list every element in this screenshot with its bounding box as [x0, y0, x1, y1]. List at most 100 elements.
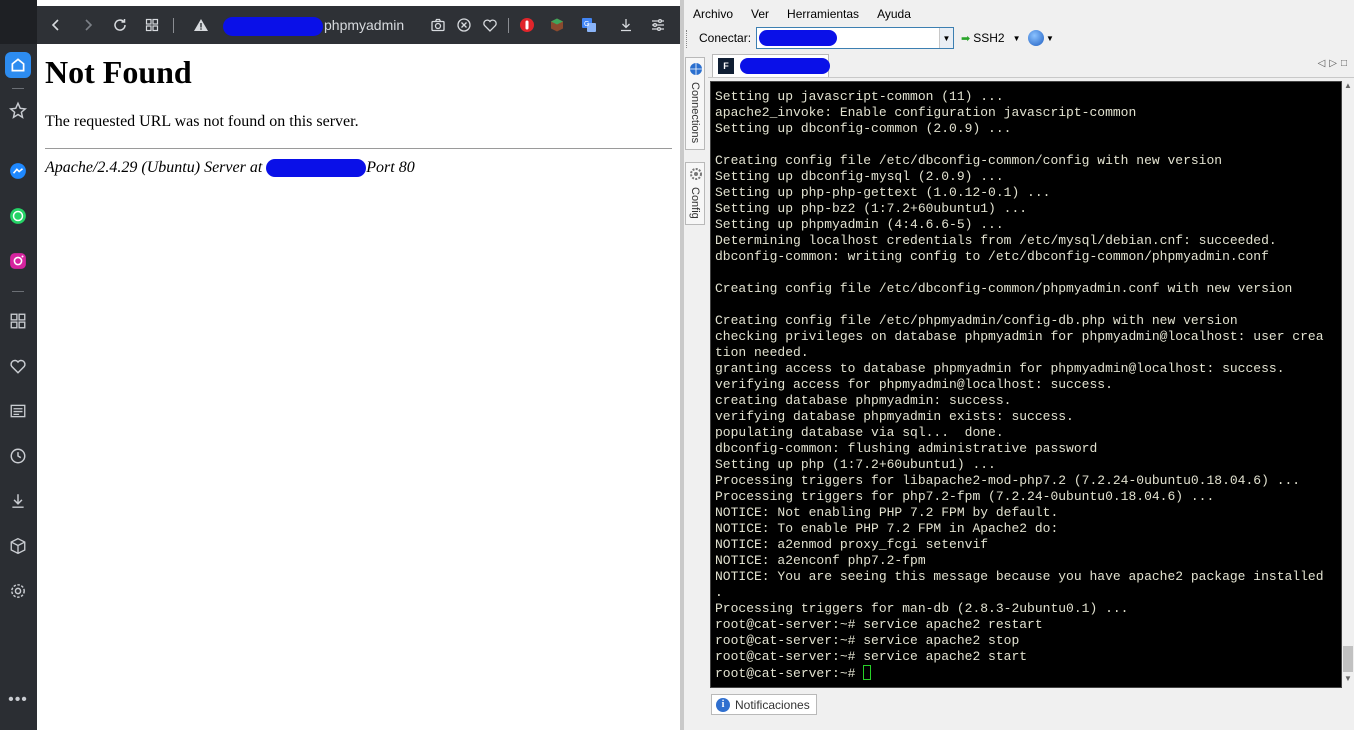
protocol-label: SSH2	[973, 31, 1005, 45]
tab-connections[interactable]: Connections	[685, 57, 705, 150]
globe-icon	[690, 63, 702, 75]
notifications-label: Notificaciones	[735, 697, 810, 712]
redacted-host	[266, 159, 367, 178]
menu-herramientas[interactable]: Herramientas	[778, 5, 868, 25]
settings-icon[interactable]	[5, 578, 31, 604]
securecrt-window: Archivo Ver Herramientas Ayuda Conectar:…	[684, 0, 1354, 730]
terminal-line: tion needed.	[715, 345, 809, 360]
speed-dial-icon[interactable]	[142, 15, 162, 35]
whatsapp-icon[interactable]	[5, 203, 31, 229]
extensions-icon[interactable]	[5, 533, 31, 559]
browser-sidebar: •••	[0, 0, 37, 730]
connect-label: Conectar:	[699, 31, 752, 45]
chevron-down-icon: ▼	[1046, 33, 1054, 43]
camera-icon[interactable]	[428, 15, 448, 35]
tab-config[interactable]: Config	[685, 162, 705, 225]
messenger-icon[interactable]	[5, 158, 31, 184]
terminal[interactable]: Setting up javascript-common (11) ... apa…	[710, 81, 1342, 688]
extension-cube-icon[interactable]	[547, 15, 567, 35]
sidebar-separator	[12, 88, 24, 89]
terminal-scrollbar[interactable]: ▲ ▼	[1342, 81, 1354, 688]
news-icon[interactable]	[5, 398, 31, 424]
address-bar-text[interactable]: phpmyadmin	[324, 17, 404, 33]
terminal-line: verifying database phpmyadmin exists: su…	[715, 409, 1074, 424]
terminal-line: Setting up dbconfig-common (2.0.9) ...	[715, 121, 1012, 136]
translate-icon[interactable]: G	[579, 15, 599, 35]
instagram-icon[interactable]	[5, 248, 31, 274]
page-title: Not Found	[45, 54, 192, 90]
session-tab[interactable]: F	[712, 54, 830, 77]
terminal-line: Creating config file /etc/dbconfig-commo…	[715, 153, 1223, 168]
terminal-line: root@cat-server:~# service apache2 stop	[715, 633, 1020, 648]
terminal-line: populating database via sql... done.	[715, 425, 1004, 440]
warning-icon[interactable]	[191, 15, 211, 35]
terminal-line: .	[715, 585, 723, 600]
terminal-output: Setting up javascript-common (11) ... apa…	[715, 89, 1324, 681]
browser-window: phpmyadmin G Not Found The requested URL…	[37, 0, 680, 730]
tracker-block-icon[interactable]	[454, 15, 474, 35]
side-panel-tabs: Connections Config	[684, 55, 706, 695]
sidebar-separator	[12, 291, 24, 292]
chevron-up-icon[interactable]: ▲	[1343, 81, 1353, 93]
connect-combobox[interactable]: ▼	[756, 27, 954, 49]
session-tab-bar: F ◁▷□	[708, 52, 1354, 78]
menu-ver[interactable]: Ver	[742, 5, 778, 25]
download-icon[interactable]	[616, 15, 636, 35]
history-icon[interactable]	[5, 443, 31, 469]
favorites-icon[interactable]	[5, 353, 31, 379]
redacted-host	[759, 30, 837, 46]
apps-icon[interactable]	[5, 308, 31, 334]
browser-toolbar: phpmyadmin G	[37, 6, 680, 44]
info-icon: i	[716, 697, 730, 712]
bookmarks-icon[interactable]	[5, 97, 31, 123]
terminal-line: NOTICE: Not enabling PHP 7.2 FPM by defa…	[715, 505, 1059, 520]
back-icon[interactable]	[46, 15, 66, 35]
notifications-tab[interactable]: i Notificaciones	[711, 694, 817, 715]
terminal-line: NOTICE: a2enconf php7.2-fpm	[715, 553, 926, 568]
easy-setup-icon[interactable]	[648, 15, 668, 35]
terminal-prompt-line: root@cat-server:~#	[715, 665, 1324, 681]
heart-icon[interactable]	[480, 15, 500, 35]
menu-bar: Archivo Ver Herramientas Ayuda	[684, 5, 920, 25]
terminal-line: apache2_invoke: Enable configuration jav…	[715, 105, 1137, 120]
scrollbar-thumb[interactable]	[1343, 646, 1353, 672]
tab-scroll-arrows[interactable]: ◁▷□	[1318, 58, 1351, 69]
tab-config-label: Config	[689, 187, 701, 219]
terminal-line: NOTICE: You are seeing this message beca…	[715, 569, 1324, 584]
toolbar-grip[interactable]	[686, 30, 689, 48]
adblock-icon[interactable]	[517, 15, 537, 35]
terminal-line: Setting up dbconfig-mysql (2.0.9) ...	[715, 169, 1004, 184]
terminal-line: Setting up javascript-common (11) ...	[715, 89, 1004, 104]
menu-archivo[interactable]: Archivo	[684, 5, 742, 25]
terminal-cursor	[863, 665, 872, 680]
divider	[45, 148, 672, 149]
protocol-button[interactable]: ➡ SSH2 ▼	[961, 31, 1021, 45]
terminal-line: Determining localhost credentials from /…	[715, 233, 1277, 248]
server-signature-prefix: Apache/2.4.29 (Ubuntu) Server at	[45, 159, 267, 176]
terminal-line: creating database phpmyadmin: success.	[715, 393, 1012, 408]
terminal-line: checking privileges on database phpmyadm…	[715, 329, 1324, 344]
downloads-icon[interactable]	[5, 488, 31, 514]
terminal-line: NOTICE: a2enmod proxy_fcgi setenvif	[715, 537, 989, 552]
terminal-prompt: root@cat-server:~#	[715, 666, 864, 681]
terminal-line: root@cat-server:~# service apache2 resta…	[715, 617, 1043, 632]
svg-text:G: G	[584, 21, 589, 28]
toolbar-divider	[508, 18, 509, 33]
status-bar: i Notificaciones	[708, 693, 1354, 730]
chevron-down-icon[interactable]: ▼	[1343, 674, 1353, 686]
error-message: The requested URL was not found on this …	[45, 113, 359, 130]
chevron-down-icon[interactable]: ▼	[939, 28, 953, 48]
menu-ayuda[interactable]: Ayuda	[868, 5, 920, 25]
terminal-line: root@cat-server:~# service apache2 start	[715, 649, 1028, 664]
reload-icon[interactable]	[110, 15, 130, 35]
more-icon[interactable]: •••	[5, 687, 31, 713]
gear-icon	[690, 168, 702, 180]
home-icon[interactable]	[5, 52, 31, 78]
page-content: Not Found The requested URL was not foun…	[45, 44, 672, 178]
sidebar-top	[0, 0, 37, 44]
server-signature-suffix: Port 80	[366, 159, 415, 176]
globe-button[interactable]: ▼	[1028, 30, 1054, 46]
forward-icon[interactable]	[78, 15, 98, 35]
